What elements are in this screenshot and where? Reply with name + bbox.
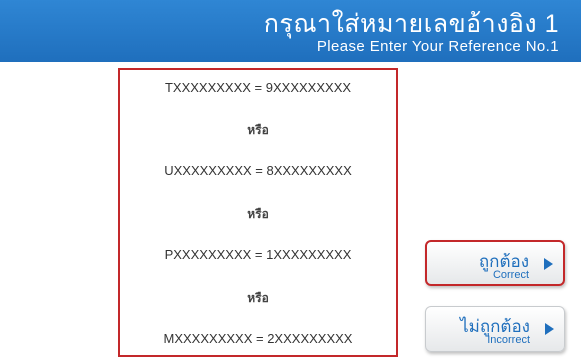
header-title-english: Please Enter Your Reference No.1: [316, 38, 559, 55]
or-separator: หรือ: [247, 291, 269, 305]
header-bar: กรุณาใส่หมายเลขอ้างอิง 1 Please Enter Yo…: [0, 0, 581, 62]
correct-button-label-english: Correct: [492, 269, 529, 281]
incorrect-button-label-english: Incorrect: [487, 334, 530, 346]
reference-format-line: PXXXXXXXXX = 1XXXXXXXXX: [164, 247, 352, 262]
play-arrow-icon: [545, 323, 554, 335]
incorrect-button[interactable]: ไม่ถูกต้อง Incorrect: [425, 306, 565, 352]
or-separator: หรือ: [247, 207, 269, 221]
reference-format-box: TXXXXXXXXX = 9XXXXXXXXX หรือ UXXXXXXXXX …: [118, 68, 398, 357]
reference-format-line: TXXXXXXXXX = 9XXXXXXXXX: [164, 80, 352, 95]
reference-format-line: UXXXXXXXXX = 8XXXXXXXXX: [164, 163, 352, 178]
correct-button[interactable]: ถูกต้อง Correct: [425, 240, 565, 286]
reference-format-line: MXXXXXXXXX = 2XXXXXXXXX: [163, 331, 353, 346]
or-separator: หรือ: [247, 123, 269, 137]
play-arrow-icon: [544, 258, 553, 270]
